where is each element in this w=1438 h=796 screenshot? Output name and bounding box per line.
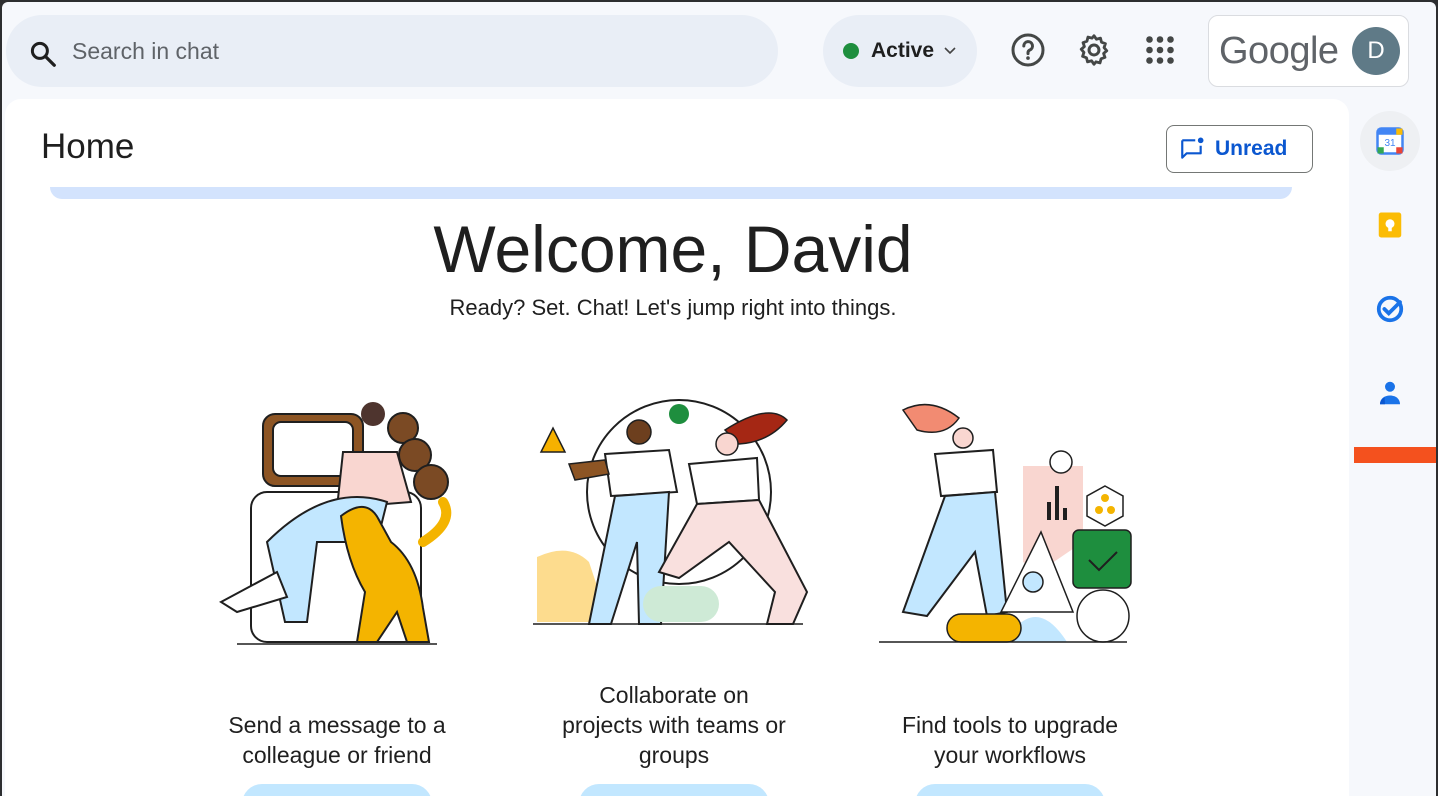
illustration-person-with-tools [879, 403, 1132, 643]
status-label: Active [871, 39, 935, 62]
unread-message-icon [1181, 137, 1204, 159]
search-bar[interactable] [6, 15, 778, 87]
send-message-button[interactable] [242, 784, 432, 796]
card-caption-line: groups [638, 742, 710, 768]
card-caption-line: colleague or friend [242, 742, 432, 768]
account-switcher[interactable]: Google D [1208, 15, 1409, 87]
banner-edge [50, 187, 1292, 199]
apps-grid-icon[interactable] [1142, 32, 1178, 68]
card-collaborate: Collaborate on projects with teams or gr… [524, 392, 824, 796]
status-selector[interactable]: Active [823, 15, 977, 87]
gear-icon[interactable] [1076, 32, 1112, 68]
calendar-icon: 31 [1376, 127, 1404, 155]
rail-keep[interactable] [1360, 195, 1420, 255]
unread-label: Unread [1215, 137, 1288, 160]
side-panel-rail: 31 [1350, 99, 1436, 796]
card-send-message: Send a message to a colleague or friend [187, 392, 487, 796]
find-tools-button[interactable] [915, 784, 1105, 796]
chat-app-window: Active Google D Home [2, 2, 1436, 796]
welcome-subtitle: Ready? Set. Chat! Let's jump right into … [449, 295, 897, 320]
rail-contacts[interactable] [1360, 363, 1420, 423]
contacts-icon [1380, 381, 1400, 405]
illustration-person-with-dog [219, 402, 452, 645]
welcome-title: Welcome, David [433, 212, 913, 286]
svg-text:31: 31 [1384, 138, 1396, 149]
card-caption-line: Collaborate on [599, 682, 749, 708]
avatar[interactable]: D [1352, 27, 1400, 75]
card-caption-line: projects with teams or [562, 712, 786, 738]
unread-filter-button[interactable]: Unread [1166, 125, 1313, 173]
google-logo: Google [1219, 29, 1339, 72]
home-panel: Home Unread Welcome, David Ready? Set. C… [5, 99, 1349, 796]
rail-accent-bar [1354, 447, 1436, 463]
keep-icon [1378, 212, 1402, 238]
card-caption-line: your workflows [933, 742, 1087, 768]
card-caption-line: Find tools to upgrade [901, 712, 1119, 738]
search-icon[interactable] [28, 39, 58, 69]
status-dot [843, 43, 859, 59]
collaborate-button[interactable] [579, 784, 769, 796]
card-find-tools: Find tools to upgrade your workflows [860, 392, 1160, 796]
rail-tasks[interactable] [1360, 279, 1420, 339]
chevron-down-icon [944, 47, 956, 55]
search-input[interactable] [72, 31, 752, 71]
tasks-icon [1376, 295, 1404, 323]
page-title: Home [41, 127, 135, 166]
card-caption-line: Send a message to a [228, 712, 446, 738]
illustration-two-people-collaborating [533, 399, 809, 625]
rail-calendar[interactable]: 31 [1360, 111, 1420, 171]
help-circle-icon[interactable] [1010, 32, 1046, 68]
